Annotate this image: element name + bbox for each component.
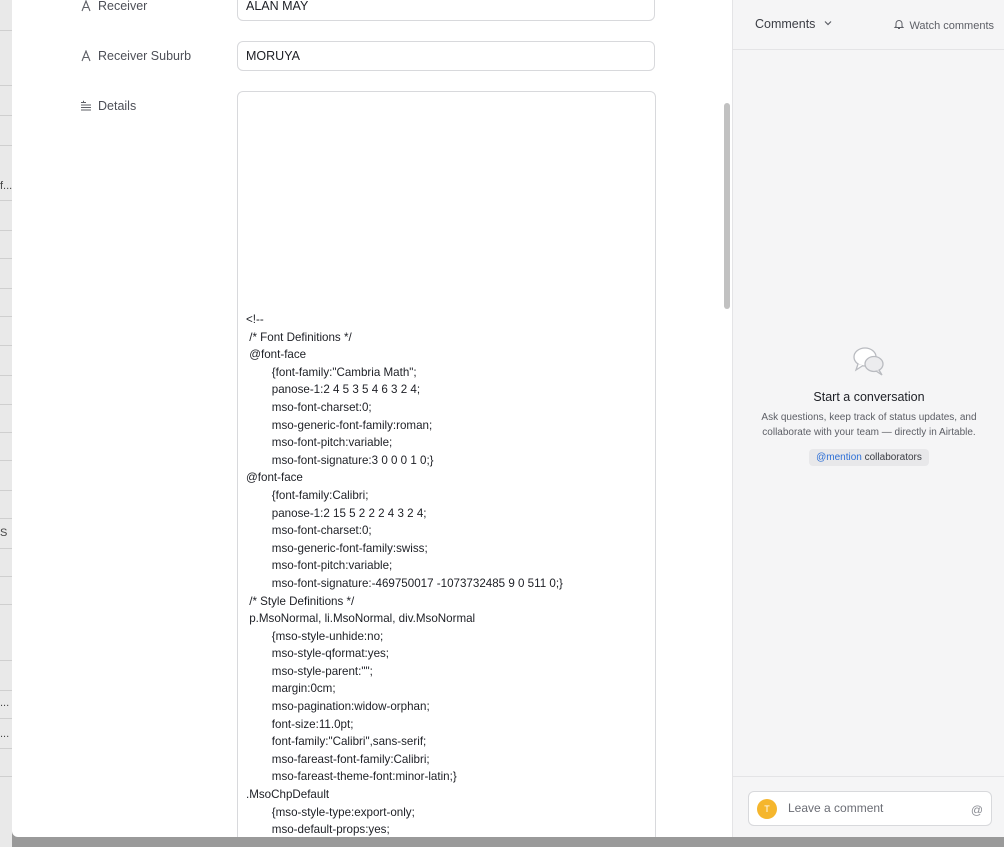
details-field-label: Details	[80, 99, 136, 113]
grid-row-line	[0, 345, 12, 346]
grid-row-line	[0, 85, 12, 86]
mention-suffix: collaborators	[861, 452, 922, 463]
receiver-input[interactable]: ALAN MAY	[237, 0, 655, 21]
comments-header: Comments Watch comments	[733, 0, 1004, 50]
empty-state-description: Ask questions, keep track of status upda…	[761, 412, 977, 438]
chevron-down-icon	[823, 17, 833, 31]
background-grid: f... S ... ...	[0, 0, 12, 847]
scrollbar-thumb[interactable]	[724, 103, 730, 309]
comment-placeholder: Leave a comment	[788, 801, 884, 815]
grid-cell-text: ...	[0, 728, 10, 740]
receiver-suburb-label-text: Receiver Suburb	[98, 49, 192, 63]
comment-composer-area: T Leave a comment @	[733, 776, 1004, 837]
grid-row-line	[0, 718, 12, 719]
grid-row-line	[0, 748, 12, 749]
receiver-field-label: Receiver	[80, 0, 147, 13]
comment-input[interactable]: T Leave a comment @	[748, 791, 992, 826]
grid-row-line	[0, 690, 12, 691]
grid-row-line	[0, 230, 12, 231]
receiver-suburb-input[interactable]: MORUYA	[237, 41, 655, 71]
details-label-text: Details	[98, 99, 137, 113]
details-content: <!-- /* Font Definitions */ @font-face {…	[246, 313, 563, 837]
grid-row-line	[0, 145, 12, 146]
long-text-icon	[80, 100, 92, 112]
receiver-suburb-field-label: Receiver Suburb	[80, 49, 191, 63]
grid-row-line	[0, 518, 12, 519]
grid-row-line	[0, 30, 12, 31]
grid-cell-text: S	[0, 527, 8, 539]
grid-row-line	[0, 460, 12, 461]
grid-row-line	[0, 432, 12, 433]
receiver-label-text: Receiver	[98, 0, 148, 13]
grid-cell-text: ...	[0, 697, 10, 709]
comments-dropdown[interactable]: Comments	[755, 17, 833, 31]
bell-icon	[893, 18, 905, 33]
avatar: T	[757, 799, 777, 819]
watch-comments-button[interactable]: Watch comments	[893, 18, 994, 33]
grid-row-line	[0, 660, 12, 661]
text-field-icon	[80, 0, 92, 12]
mention-button[interactable]: @	[971, 803, 983, 817]
grid-row-line	[0, 576, 12, 577]
grid-row-line	[0, 115, 12, 116]
grid-row-line	[0, 604, 12, 605]
grid-row-line	[0, 258, 12, 259]
comments-tab-label: Comments	[755, 17, 816, 31]
grid-row-line	[0, 404, 12, 405]
grid-row-line	[0, 316, 12, 317]
grid-row-line	[0, 776, 12, 777]
comments-panel: Comments Watch comments Start a conversa…	[732, 0, 1004, 837]
mention-collaborators-hint[interactable]: @mention collaborators	[809, 449, 929, 466]
mention-link[interactable]: @mention	[816, 452, 862, 463]
record-fields-pane[interactable]: Receiver ALAN MAY Receiver Suburb MORUYA…	[12, 0, 732, 837]
comments-empty-state: Start a conversation Ask questions, keep…	[733, 345, 1004, 466]
details-textarea[interactable]: <!-- /* Font Definitions */ @font-face {…	[237, 91, 656, 837]
grid-row-line	[0, 490, 12, 491]
empty-state-title: Start a conversation	[813, 390, 925, 404]
grid-row-line	[0, 375, 12, 376]
chat-bubbles-icon	[733, 345, 1004, 382]
grid-row-line	[0, 200, 12, 201]
text-field-icon	[80, 49, 92, 62]
grid-cell-text: f...	[0, 180, 12, 192]
grid-row-line	[0, 288, 12, 289]
grid-row-line	[0, 548, 12, 549]
watch-comments-label: Watch comments	[909, 19, 994, 32]
record-expanded-modal: Receiver ALAN MAY Receiver Suburb MORUYA…	[12, 0, 1004, 837]
